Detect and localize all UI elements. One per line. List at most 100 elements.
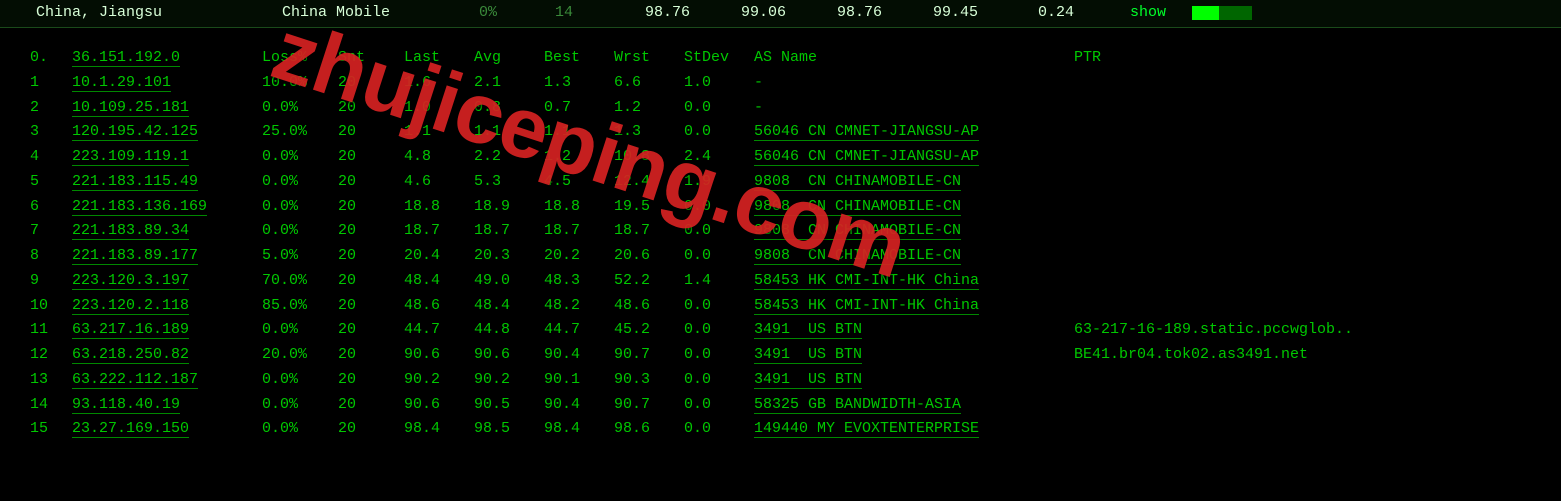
cell-asname[interactable]: 56046 CN CMNET-JIANGSU-AP <box>754 145 1074 170</box>
cell-asname[interactable]: 9808 CN CHINAMOBILE-CN <box>754 195 1074 220</box>
cell-stdv: 0.0 <box>684 417 754 442</box>
cell-ip[interactable]: 223.109.119.1 <box>72 145 262 170</box>
cell-ptr: BE41.br04.tok02.as3491.net <box>1074 343 1531 368</box>
cell-last: 90.2 <box>404 368 474 393</box>
cell-last: 4.8 <box>404 145 474 170</box>
cell-asname[interactable]: 149440 MY EVOXTENTERPRISE <box>754 417 1074 442</box>
cell-stdv: 1.9 <box>684 170 754 195</box>
cell-loss: 0.0% <box>262 318 338 343</box>
cell-ptr <box>1074 195 1531 220</box>
header-count: 14 <box>526 4 602 21</box>
cell-wrst: 1.2 <box>614 96 684 121</box>
cell-loss: 0.0% <box>262 195 338 220</box>
cell-last: 1.6 <box>404 71 474 96</box>
cell-ptr <box>1074 120 1531 145</box>
cell-hop: 11 <box>30 318 72 343</box>
cell-ptr <box>1074 269 1531 294</box>
cell-best: 48.3 <box>544 269 614 294</box>
traceroute-table: 0. 36.151.192.0 Loss% Snt Last Avg Best … <box>0 28 1561 452</box>
cell-wrst: 20.6 <box>614 244 684 269</box>
cell-snt: 20 <box>338 195 404 220</box>
cell-ip[interactable]: 221.183.115.49 <box>72 170 262 195</box>
cell-best: 18.8 <box>544 195 614 220</box>
cell-ptr: 63-217-16-189.static.pccwglob.. <box>1074 318 1531 343</box>
cell-avg: 18.9 <box>474 195 544 220</box>
cell-ip[interactable]: 120.195.42.125 <box>72 120 262 145</box>
cell-last: 20.4 <box>404 244 474 269</box>
cell-hop: 9 <box>30 269 72 294</box>
cell-asname[interactable]: 9808 CN CHINAMOBILE-CN <box>754 170 1074 195</box>
cell-ip[interactable]: 223.120.3.197 <box>72 269 262 294</box>
cell-avg: 90.6 <box>474 343 544 368</box>
cell-ip[interactable]: 221.183.89.34 <box>72 219 262 244</box>
cell-ip[interactable]: 63.217.16.189 <box>72 318 262 343</box>
cell-ip[interactable]: 23.27.169.150 <box>72 417 262 442</box>
cell-asname[interactable]: 58453 HK CMI-INT-HK China <box>754 294 1074 319</box>
cell-best: 90.4 <box>544 393 614 418</box>
table-row: 1493.118.40.190.0%2090.690.590.490.70.05… <box>30 393 1531 418</box>
cell-loss: 0.0% <box>262 393 338 418</box>
cell-avg: 0.8 <box>474 96 544 121</box>
cell-last: 4.6 <box>404 170 474 195</box>
cell-ip[interactable]: 221.183.136.169 <box>72 195 262 220</box>
cell-wrst: 10.8 <box>614 145 684 170</box>
cell-wrst: 90.7 <box>614 343 684 368</box>
cell-loss: 0.0% <box>262 368 338 393</box>
cell-asname[interactable]: 9808 CN CHINAMOBILE-CN <box>754 244 1074 269</box>
table-row: 6221.183.136.1690.0%2018.818.918.819.50.… <box>30 195 1531 220</box>
table-row: 4223.109.119.10.0%204.82.21.210.82.45604… <box>30 145 1531 170</box>
cell-snt: 20 <box>338 244 404 269</box>
cell-ptr <box>1074 71 1531 96</box>
cell-ptr <box>1074 417 1531 442</box>
show-link[interactable]: show <box>1122 4 1174 21</box>
cell-ip[interactable]: 10.109.25.181 <box>72 96 262 121</box>
cell-hop: 15 <box>30 417 72 442</box>
cell-asname[interactable]: 58453 HK CMI-INT-HK China <box>754 269 1074 294</box>
cell-last: 98.4 <box>404 417 474 442</box>
cell-best: 18.7 <box>544 219 614 244</box>
cell-ip[interactable]: 93.118.40.19 <box>72 393 262 418</box>
cell-hop: 13 <box>30 368 72 393</box>
table-row: 1263.218.250.8220.0%2090.690.690.490.70.… <box>30 343 1531 368</box>
header-metric-2: 99.06 <box>698 4 794 21</box>
cell-asname[interactable]: 9808 CN CHINAMOBILE-CN <box>754 219 1074 244</box>
cell-avg: 5.3 <box>474 170 544 195</box>
cell-snt: 20 <box>338 219 404 244</box>
col-best: Best <box>544 46 614 71</box>
cell-ip[interactable]: 63.218.250.82 <box>72 343 262 368</box>
table-row: 5221.183.115.490.0%204.65.34.512.41.9980… <box>30 170 1531 195</box>
col-snt: Snt <box>338 46 404 71</box>
cell-snt: 20 <box>338 145 404 170</box>
table-row: 110.1.29.10110.0%201.62.11.36.61.0- <box>30 71 1531 96</box>
cell-wrst: 18.7 <box>614 219 684 244</box>
cell-best: 90.4 <box>544 343 614 368</box>
cell-loss: 0.0% <box>262 417 338 442</box>
cell-asname[interactable]: 3491 US BTN <box>754 318 1074 343</box>
latency-bar-icon <box>1192 6 1252 20</box>
header-metric-4: 99.45 <box>890 4 986 21</box>
cell-asname[interactable]: 56046 CN CMNET-JIANGSU-AP <box>754 120 1074 145</box>
cell-stdv: 0.0 <box>684 96 754 121</box>
cell-asname[interactable]: 3491 US BTN <box>754 343 1074 368</box>
cell-asname: - <box>754 71 1074 96</box>
cell-asname[interactable]: 58325 GB BANDWIDTH-ASIA <box>754 393 1074 418</box>
cell-last: 90.6 <box>404 343 474 368</box>
cell-avg: 44.8 <box>474 318 544 343</box>
table-row: 1363.222.112.1870.0%2090.290.290.190.30.… <box>30 368 1531 393</box>
summary-header-row: China, Jiangsu China Mobile 0% 14 98.76 … <box>0 0 1561 28</box>
cell-avg: 90.2 <box>474 368 544 393</box>
cell-avg: 48.4 <box>474 294 544 319</box>
cell-avg: 18.7 <box>474 219 544 244</box>
cell-last: 48.4 <box>404 269 474 294</box>
cell-best: 1.1 <box>544 120 614 145</box>
cell-stdv: 0.0 <box>684 294 754 319</box>
cell-ip[interactable]: 63.222.112.187 <box>72 368 262 393</box>
cell-best: 44.7 <box>544 318 614 343</box>
cell-wrst: 48.6 <box>614 294 684 319</box>
cell-ip[interactable]: 221.183.89.177 <box>72 244 262 269</box>
cell-ip[interactable]: 10.1.29.101 <box>72 71 262 96</box>
cell-snt: 20 <box>338 343 404 368</box>
cell-asname[interactable]: 3491 US BTN <box>754 368 1074 393</box>
cell-last: 18.8 <box>404 195 474 220</box>
cell-ip[interactable]: 223.120.2.118 <box>72 294 262 319</box>
